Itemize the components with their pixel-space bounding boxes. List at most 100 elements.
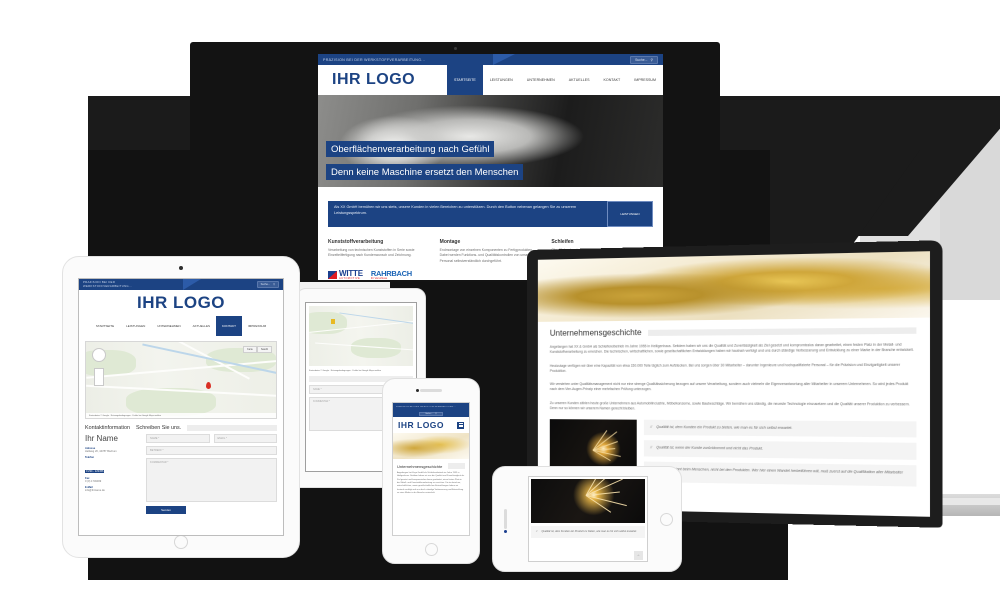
laptop-section-heading: Unternehmensgeschichte xyxy=(550,325,917,338)
service-title: Montage xyxy=(439,239,461,245)
witte-flag-icon xyxy=(328,271,337,280)
laptop-hero-image xyxy=(537,251,930,322)
contact-name-input[interactable]: NAME * xyxy=(146,434,210,443)
phone-site-tagline: PRÄZISION BEI DER WERKSTOFFVERARBEITUNG.… xyxy=(396,405,456,408)
contact-subject-input[interactable]: BETREFF * xyxy=(146,446,277,455)
desktop-camera-icon xyxy=(453,47,457,50)
tablet-screen: PRÄZISION BEI DER WERKSTOFFVERARBEITUNG.… xyxy=(78,278,284,536)
tablet-header: IHR LOGO xyxy=(79,290,283,316)
phone-landscape-quote: // Qualität ist, dem Kunden ein Produkt … xyxy=(531,526,645,539)
desktop-screen: PRÄZISION BEI DER WERKSTOFFVERARBEITUNG.… xyxy=(318,54,663,280)
service-title: Kunststoffverarbeitung xyxy=(328,239,384,245)
phone-body-text: Angefangen hat Kaya GmbH als Schleiferei… xyxy=(397,472,465,495)
quote-marker: // xyxy=(650,445,653,450)
intro-cta-button[interactable]: LEISTUNGEN xyxy=(607,201,653,227)
tablet-secondary-map[interactable] xyxy=(309,306,413,366)
phone-landscape-website: // Qualität ist, dem Kunden ein Produkt … xyxy=(529,479,647,561)
laptop-quote-list: // Qualität ist, dem Kunden ein Produkt … xyxy=(643,419,917,492)
map-attribution-text: Kartendaten © Google · Nutzungsbedingung… xyxy=(309,370,381,372)
tablet-nav-item-leistungen[interactable]: LEISTUNGEN xyxy=(120,316,151,336)
contact-value-telefon[interactable]: 0 234 - 123456 xyxy=(85,470,105,473)
nav-item-kontakt[interactable]: KONTAKT xyxy=(597,65,628,95)
nav-item-unternehmen[interactable]: UNTERNEHMEN xyxy=(520,65,562,95)
nav-item-impressum[interactable]: IMPRESSUM xyxy=(627,65,663,95)
tablet-search-placeholder: Suche... xyxy=(260,283,271,286)
phone-header: IHR LOGO xyxy=(393,417,469,433)
quote-marker: // xyxy=(650,424,653,430)
search-icon: ⚲ xyxy=(435,412,437,415)
tablet-nav-item-unternehmen[interactable]: UNTERNEHMEN xyxy=(151,316,186,336)
search-input[interactable]: Suche... ⚲ xyxy=(630,55,658,64)
main-navigation: STARTSEITE LEISTUNGEN UNTERNEHMEN AKTUEL… xyxy=(446,65,663,95)
tablet-nav-item-aktuelles[interactable]: AKTUELLES xyxy=(187,316,216,336)
contact-headings: Kontaktinformation Schreiben Sie uns. xyxy=(85,425,277,431)
map-type-satellit[interactable]: Satellit xyxy=(256,346,272,353)
hero-banner: Oberflächenverarbeitung nach Gefühl Denn… xyxy=(318,95,663,187)
phone-portrait-screen: PRÄZISION BEI DER WERKSTOFFVERARBEITUNG.… xyxy=(392,402,470,536)
tablet-topbar-diagonal xyxy=(183,279,201,290)
contact-message-textarea[interactable]: KOMMENTAR * xyxy=(146,458,277,502)
tablet-nav-item-kontakt[interactable]: KONTAKT xyxy=(215,316,242,336)
tablet-topbar: PRÄZISION BEI DER WERKSTOFFVERARBEITUNG.… xyxy=(79,279,283,290)
phone-hero-image xyxy=(393,433,469,459)
map-attribution: Kartendaten © Google · Nutzungsbedingung… xyxy=(86,413,276,418)
contact-email-input[interactable]: EMAIL * xyxy=(213,434,277,443)
desktop-topbar: PRÄZISION BEI DER WERKSTOFFVERARBEITUNG.… xyxy=(318,54,663,65)
contact-information: Ihr Name Adresse Hellweg 20, 44787 Bochu… xyxy=(85,434,141,514)
phone-landscape-home-button[interactable] xyxy=(660,512,673,526)
witte-sub: AUTOMOTIVE xyxy=(339,276,361,280)
contact-value-fax: 0 (0) 1749039 xyxy=(85,480,102,483)
phone-site-logo: IHR LOGO xyxy=(398,420,445,430)
contact-submit-button[interactable]: Senden xyxy=(146,506,186,514)
map-type-karte[interactable]: Karte xyxy=(243,346,257,353)
quote-text: Qualität ist, dem Kunden ein Produkt zu … xyxy=(656,425,793,431)
topbar-diagonal-accent xyxy=(493,54,515,65)
tablet-search-input[interactable]: Suche... ⚲ xyxy=(256,281,279,288)
phone-home-button[interactable] xyxy=(424,543,438,556)
contact-form-row: NAME * EMAIL * xyxy=(146,434,277,446)
tablet-camera-icon xyxy=(179,266,183,270)
intro-banner: Als XX GmbH bemühen wir uns stets, unser… xyxy=(328,201,653,227)
laptop-paragraph-2: Heutzutage verfügen wir über eine Kapazi… xyxy=(549,362,901,373)
tablet-mockup: PRÄZISION BEI DER WERKSTOFFVERARBEITUNG.… xyxy=(62,256,300,558)
phone-landscape-camera-icon xyxy=(504,530,507,533)
partner-logo-witte: WITTE AUTOMOTIVE xyxy=(328,269,363,280)
contact-map[interactable]: Karte Satellit Kartendaten © Google · Nu… xyxy=(85,341,277,419)
responsive-device-mockup: PRÄZISION BEI DER WERKSTOFFVERARBEITUNG.… xyxy=(0,0,1000,611)
site-tagline: PRÄZISION BEI DER WERKSTOFFVERARBEITUNG.… xyxy=(323,57,426,62)
map-marker-icon xyxy=(331,319,335,324)
tablet-home-button[interactable] xyxy=(174,535,188,549)
search-icon: ⚲ xyxy=(650,57,653,62)
phone-search-bar: Suche... ⚲ xyxy=(393,410,469,417)
phone-search-input[interactable]: Suche... ⚲ xyxy=(419,411,443,416)
site-logo: IHR LOGO xyxy=(332,71,416,88)
laptop-paragraph-1: Angefangen hat XX & GmbH als Schleiferei… xyxy=(549,342,914,355)
map-pan-control[interactable] xyxy=(92,348,106,362)
map-zoom-control[interactable] xyxy=(94,368,104,386)
map-type-toggle[interactable]: Karte Satellit xyxy=(243,346,272,353)
desktop-monitor-mockup: PRÄZISION BEI DER WERKSTOFFVERARBEITUNG.… xyxy=(190,42,720,282)
service-column-kunststoffverarbeitung: Kunststoffverarbeitung Verarbeitung von … xyxy=(328,239,430,264)
tablet-nav-item-startseite[interactable]: STARTSEITE xyxy=(90,316,120,336)
nav-item-startseite[interactable]: STARTSEITE xyxy=(446,65,483,95)
phone-landscape-sparks-image xyxy=(531,479,645,523)
phone-section-heading: Unternehmensgeschichte xyxy=(397,463,465,469)
contact-value-email[interactable]: info@ihrname.de xyxy=(85,489,141,492)
desktop-header: IHR LOGO STARTSEITE LEISTUNGEN UNTERNEHM… xyxy=(318,65,663,95)
contact-section: Ihr Name Adresse Hellweg 20, 44787 Bochu… xyxy=(79,434,283,514)
map-attribution-text: Kartendaten © Google · Nutzungsbedingung… xyxy=(89,414,161,417)
partner-logo-rahrbach: RAHRBACH Ihr Verschluss xyxy=(371,270,412,280)
service-title: Schleifen xyxy=(551,239,574,245)
tablet-secondary-map-attribution: Kartendaten © Google · Nutzungsbedingung… xyxy=(306,369,416,373)
hamburger-menu-icon[interactable] xyxy=(457,421,464,429)
quote-item: // Qualität beginnt beim Menschen, nicht… xyxy=(643,461,917,487)
chevron-up-icon[interactable]: ^ xyxy=(634,551,643,560)
contact-company-name: Ihr Name xyxy=(85,434,118,443)
tablet-nav-item-impressum[interactable]: IMPRESSUM xyxy=(242,316,272,336)
quote-text: Qualität ist, wenn der Kunde zurückkommt… xyxy=(656,445,764,452)
nav-item-aktuelles[interactable]: AKTUELLES xyxy=(562,65,597,95)
nav-item-leistungen[interactable]: LEISTUNGEN xyxy=(483,65,520,95)
contact-label-telefon: Telefon xyxy=(85,456,95,459)
phone-landscape-screen: // Qualität ist, dem Kunden ein Produkt … xyxy=(528,476,648,562)
tablet-site-logo: IHR LOGO xyxy=(136,293,226,312)
